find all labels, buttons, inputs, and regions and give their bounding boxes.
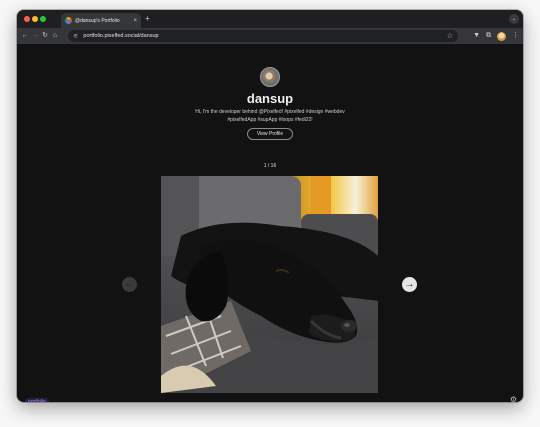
more-menu-icon[interactable]: ⋮ xyxy=(512,31,519,41)
slide-counter: 1 / 16 xyxy=(263,163,277,169)
portfolio-logo[interactable]: portfolio xyxy=(25,398,49,402)
home-icon[interactable]: ⌂ xyxy=(50,31,60,41)
tab-search-chevron-icon[interactable]: ⌄ xyxy=(509,14,519,24)
tab-title: @dansup's Portfolio xyxy=(75,17,120,24)
address-bar[interactable]: ⚟ portfolio.pixelfed.social/dansup ☆ xyxy=(68,30,458,42)
url-text[interactable]: portfolio.pixelfed.social/dansup xyxy=(83,33,441,39)
dog-on-couch-photo xyxy=(161,176,378,393)
browser-tab[interactable]: @dansup's Portfolio × xyxy=(61,13,141,28)
gallery-photo[interactable] xyxy=(161,176,378,393)
browser-window: @dansup's Portfolio × + ⌄ ← → ↻ ⌂ ⚟ port… xyxy=(17,10,523,402)
back-arrow-icon[interactable]: ← xyxy=(20,31,30,41)
settings-gear-icon[interactable]: ⚙ xyxy=(510,396,517,403)
bio-line-1: Hi, I'm the developer behind @Pixelfed! … xyxy=(195,109,345,115)
profile-bio: Hi, I'm the developer behind @Pixelfed! … xyxy=(180,108,360,124)
maximize-window-button[interactable] xyxy=(40,16,46,22)
portfolio-page: dansup Hi, I'm the developer behind @Pix… xyxy=(17,44,523,402)
tab-close-icon[interactable]: × xyxy=(133,18,137,24)
view-profile-button[interactable]: View Profile xyxy=(247,128,293,140)
minimize-window-button[interactable] xyxy=(32,16,38,22)
browser-profile-avatar[interactable] xyxy=(497,31,506,41)
bio-line-2: #pixelfedApp #supApp #loops #fedi22! xyxy=(227,117,313,123)
toolbar-actions: ▼ ⧉ ⋮ xyxy=(473,31,519,41)
extensions-icon[interactable]: ⧉ xyxy=(486,31,491,41)
reload-icon[interactable]: ↻ xyxy=(40,31,50,41)
filter-icon[interactable]: ▼ xyxy=(473,31,480,41)
pixelfed-favicon-icon xyxy=(65,17,72,24)
profile-username: dansup xyxy=(246,91,294,106)
bookmark-star-icon[interactable]: ☆ xyxy=(447,32,453,40)
site-info-icon[interactable]: ⚟ xyxy=(73,33,78,40)
next-slide-button[interactable]: → xyxy=(402,277,417,292)
avatar[interactable] xyxy=(260,67,280,87)
close-window-button[interactable] xyxy=(24,16,30,22)
previous-slide-button[interactable]: ← xyxy=(122,277,137,292)
forward-arrow-icon[interactable]: → xyxy=(30,31,40,41)
new-tab-button[interactable]: + xyxy=(145,14,150,24)
browser-toolbar: ← → ↻ ⌂ ⚟ portfolio.pixelfed.social/dans… xyxy=(17,28,523,44)
tab-strip: @dansup's Portfolio × + ⌄ xyxy=(17,10,523,28)
